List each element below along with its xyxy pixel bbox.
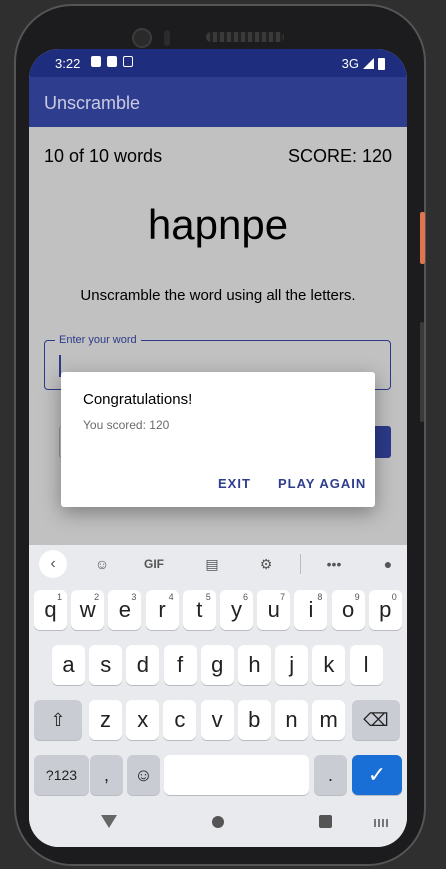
key-hint-number: 0 xyxy=(391,592,397,602)
key-hint-number: 1 xyxy=(56,592,62,602)
key-v[interactable]: v xyxy=(200,700,234,740)
keyboard-switch-icon[interactable] xyxy=(374,819,390,827)
sensor xyxy=(164,30,170,46)
key-z[interactable]: z xyxy=(89,700,122,740)
key-hint-number: 6 xyxy=(242,592,248,602)
key-r[interactable]: r4 xyxy=(145,590,179,630)
key-o[interactable]: o9 xyxy=(331,590,365,630)
spacebar[interactable] xyxy=(164,755,309,795)
camera xyxy=(132,28,152,48)
shift-key[interactable]: ⇧ xyxy=(34,700,82,740)
volume-button xyxy=(420,322,424,422)
power-button xyxy=(420,212,425,264)
key-hint-number: 9 xyxy=(354,592,360,602)
navigation-bar xyxy=(29,801,407,847)
dialog-title: Congratulations! xyxy=(83,391,193,408)
status-bar: 3:22 3G xyxy=(29,49,407,77)
app-title: Unscramble xyxy=(44,93,141,113)
key-hint-number: 5 xyxy=(205,592,211,602)
key-d[interactable]: d xyxy=(126,645,160,685)
key-hint-number: 3 xyxy=(131,592,137,602)
exit-button[interactable]: EXIT xyxy=(218,476,251,491)
more-icon[interactable]: ••• xyxy=(323,553,345,575)
symbols-key[interactable]: ?123 xyxy=(34,755,89,795)
earpiece-speaker xyxy=(206,32,284,42)
nav-recents-icon[interactable] xyxy=(319,815,332,828)
gif-button[interactable]: GIF xyxy=(143,553,165,575)
status-time: 3:22 xyxy=(55,56,81,71)
gear-icon[interactable]: ⚙ xyxy=(255,553,277,575)
backspace-key[interactable]: ⌫ xyxy=(352,700,400,740)
sim-card-icon xyxy=(107,56,117,67)
signal-icon xyxy=(363,58,374,69)
microphone-icon[interactable]: ● xyxy=(377,553,399,575)
key-hint-number: 2 xyxy=(94,592,100,602)
key-u[interactable]: u7 xyxy=(257,590,291,630)
key-j[interactable]: j xyxy=(275,645,309,685)
key-m[interactable]: m xyxy=(312,700,346,740)
key-y[interactable]: y6 xyxy=(220,590,253,630)
chevron-left-icon[interactable]: ‹ xyxy=(39,550,67,578)
android-debug-icon xyxy=(123,56,133,67)
play-again-button[interactable]: PLAY AGAIN xyxy=(278,476,366,491)
key-hint-number: 7 xyxy=(280,592,286,602)
nav-home-icon[interactable] xyxy=(212,816,224,828)
key-hint-number: 4 xyxy=(168,592,174,602)
key-w[interactable]: w2 xyxy=(71,590,105,630)
key-i[interactable]: i8 xyxy=(294,590,328,630)
notification-a-icon xyxy=(91,56,101,67)
key-f[interactable]: f xyxy=(163,645,197,685)
key-s[interactable]: s xyxy=(89,645,123,685)
key-q[interactable]: q1 xyxy=(34,590,67,630)
key-h[interactable]: h xyxy=(238,645,271,685)
key-k[interactable]: k xyxy=(312,645,346,685)
status-right: 3G xyxy=(342,56,385,71)
keyboard-toolbar: ‹ ☺ GIF ▤ ⚙ ••• ● xyxy=(29,545,407,583)
dialog-message: You scored: 120 xyxy=(83,418,170,432)
soft-keyboard: ‹ ☺ GIF ▤ ⚙ ••• ● q1w2e3r4t5y6u7i8o9p0 a… xyxy=(29,545,407,847)
nav-back-icon[interactable] xyxy=(101,815,117,828)
key-a[interactable]: a xyxy=(52,645,85,685)
clipboard-icon[interactable]: ▤ xyxy=(201,553,223,575)
key-x[interactable]: x xyxy=(126,700,160,740)
toolbar-divider xyxy=(300,554,301,574)
key-t[interactable]: t5 xyxy=(182,590,216,630)
key-hint-number: 8 xyxy=(317,592,323,602)
battery-icon xyxy=(378,57,385,70)
key-p[interactable]: p0 xyxy=(368,590,402,630)
screen: 3:22 3G Unscramble 10 of 10 words SCORE:… xyxy=(29,49,407,847)
period-key[interactable]: . xyxy=(314,755,347,795)
enter-key[interactable]: ✓ xyxy=(352,755,402,795)
sticker-icon[interactable]: ☺ xyxy=(91,553,113,575)
key-l[interactable]: l xyxy=(349,645,383,685)
comma-key[interactable]: , xyxy=(90,755,123,795)
score-dialog: Congratulations! You scored: 120 EXIT PL… xyxy=(61,372,375,507)
notification-icons xyxy=(91,56,133,67)
key-g[interactable]: g xyxy=(200,645,234,685)
key-b[interactable]: b xyxy=(237,700,271,740)
emoji-key[interactable]: ☺ xyxy=(127,755,160,795)
key-n[interactable]: n xyxy=(275,700,308,740)
key-e[interactable]: e3 xyxy=(108,590,142,630)
key-c[interactable]: c xyxy=(163,700,197,740)
app-bar: Unscramble xyxy=(29,77,407,127)
network-type: 3G xyxy=(341,56,359,71)
